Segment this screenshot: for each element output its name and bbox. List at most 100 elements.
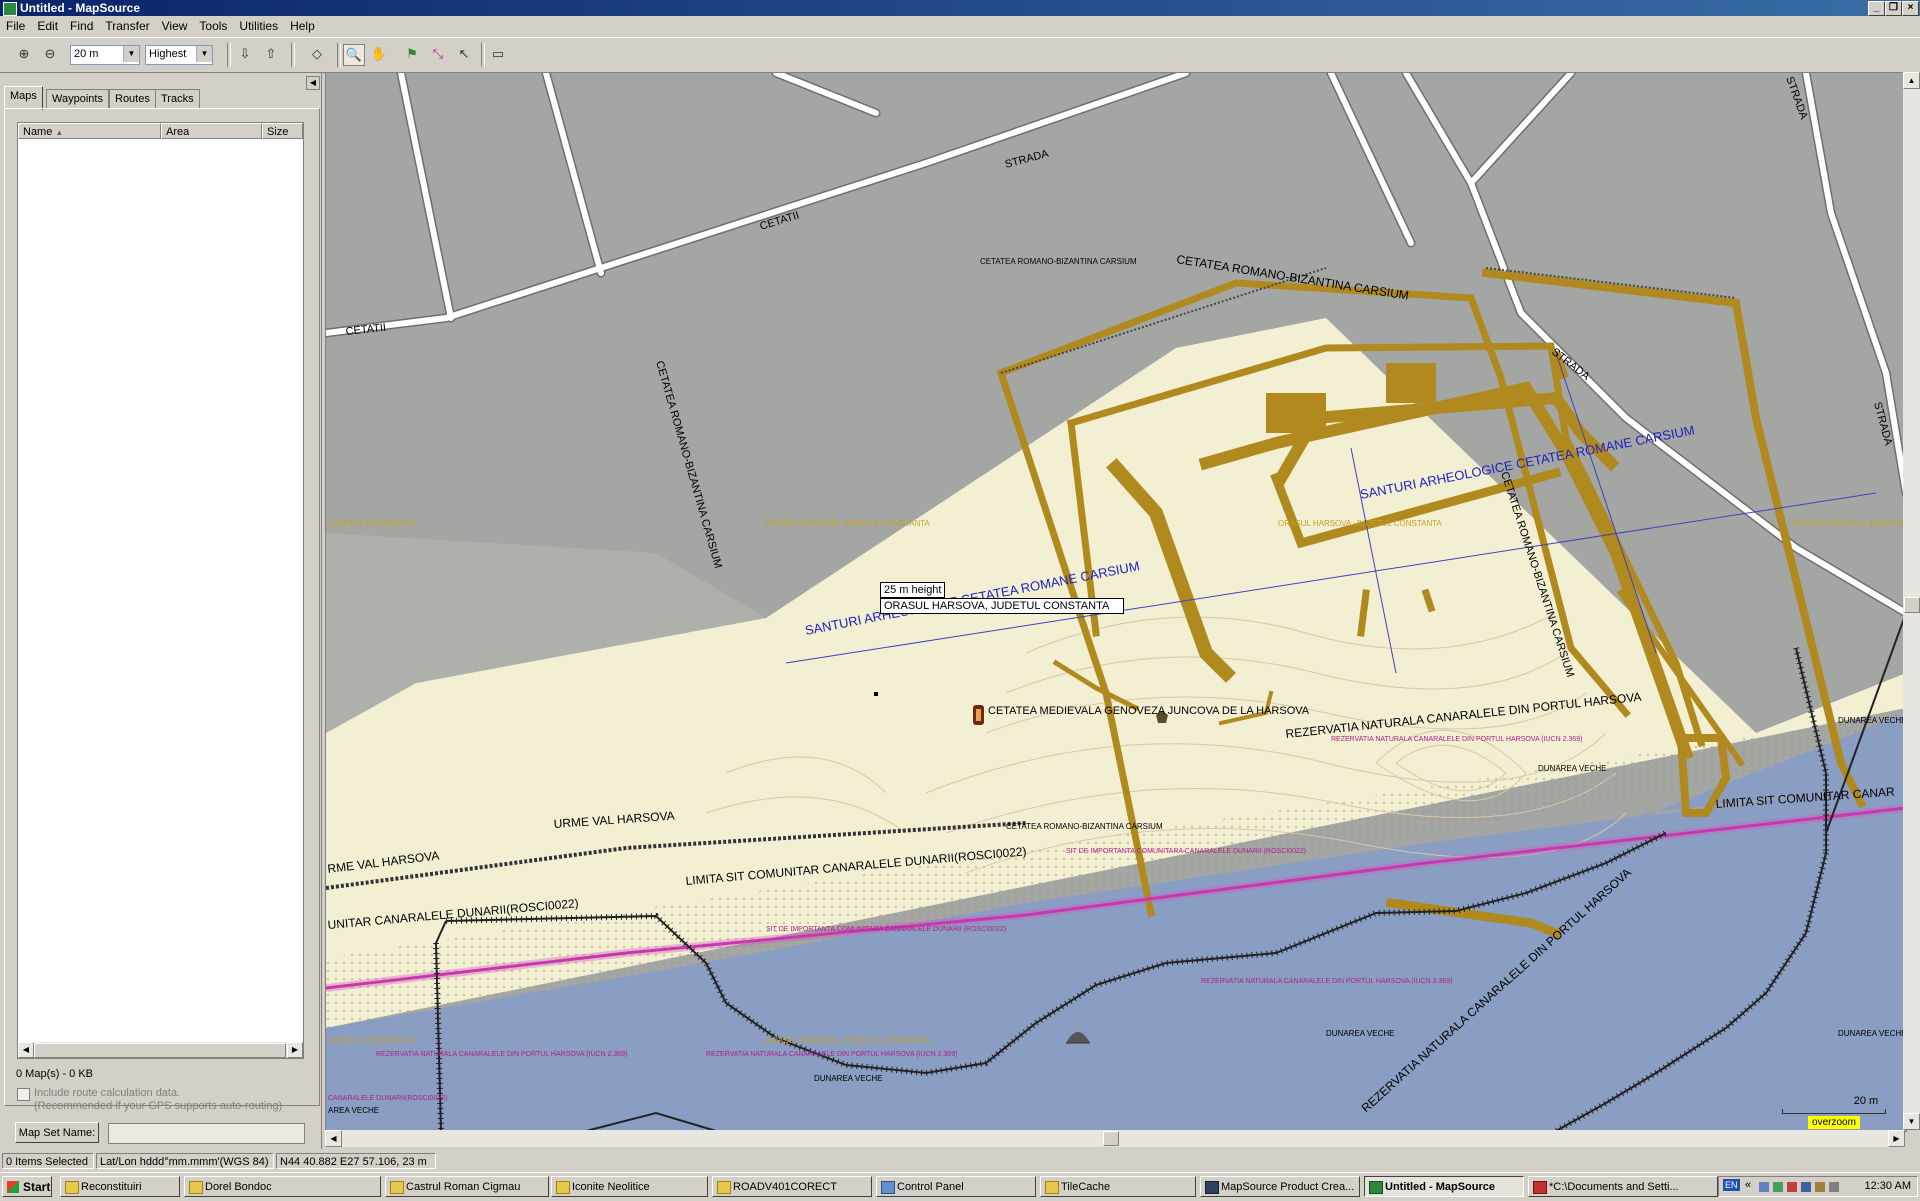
tab-maps[interactable]: Maps xyxy=(4,86,43,110)
window-title: Untitled - MapSource xyxy=(20,1,141,15)
menu-find[interactable]: Find xyxy=(64,16,99,33)
overzoom-badge: overzoom xyxy=(1808,1116,1860,1129)
scroll-left-icon[interactable]: ◀ xyxy=(325,1130,342,1147)
collapse-panel-icon[interactable]: ◀ xyxy=(306,76,320,90)
task-castrul-roman[interactable]: Castrul Roman Cigmau xyxy=(385,1176,549,1197)
app-icon xyxy=(1533,1181,1547,1194)
cursor-point xyxy=(874,692,878,696)
menu-file[interactable]: File xyxy=(0,16,31,33)
map-view[interactable]: STRADA CETATII CETATII STRADA STRADA STR… xyxy=(325,72,1907,1132)
maps-list[interactable]: Name ▲ Area Size ◀ ▶ xyxy=(17,122,304,1059)
menu-bar: File Edit Find Transfer View Tools Utilities He… xyxy=(0,16,1920,36)
tray-network-icon[interactable] xyxy=(1759,1182,1769,1192)
selection-tool-icon[interactable]: ↖ xyxy=(454,44,474,64)
fortress-tower xyxy=(1266,393,1326,433)
tray-security-icon[interactable] xyxy=(1773,1182,1783,1192)
app-icon xyxy=(3,2,17,16)
task-untitled-mapsource[interactable]: Untitled - MapSource xyxy=(1364,1176,1524,1197)
tab-routes[interactable]: Routes xyxy=(109,89,156,109)
route-calc-checkbox[interactable] xyxy=(17,1088,30,1101)
map-horizontal-scrollbar[interactable]: ◀ ▶ xyxy=(325,1130,1905,1147)
title-bar: Untitled - MapSource _ ❐ × xyxy=(0,0,1920,16)
name-tooltip: ORASUL HARSOVA, JUDETUL CONSTANTA xyxy=(880,598,1124,614)
menu-edit[interactable]: Edit xyxy=(31,16,64,33)
status-coord-format: Lat/Lon hddd°mm.mmm'(WGS 84) xyxy=(96,1153,274,1169)
toolbar: ⊕ ⊖ 20 m ▼ Highest ▼ ⇩ ⇧ ◇ 🔍 ✋ ⚑ ⤡ ↖ ▭ xyxy=(0,37,1920,73)
task-control-panel[interactable]: Control Panel xyxy=(876,1176,1036,1197)
tray-wifi-icon[interactable] xyxy=(1801,1182,1811,1192)
task-tilecache[interactable]: TileCache xyxy=(1040,1176,1196,1197)
map-set-name-button[interactable]: Map Set Name: xyxy=(15,1122,99,1143)
task-iconite-neolitice[interactable]: Iconite Neolitice xyxy=(551,1176,708,1197)
scroll-right-icon[interactable]: ▶ xyxy=(287,1042,303,1058)
scroll-up-icon[interactable]: ▲ xyxy=(1903,72,1920,89)
tray-expand-icon[interactable]: « xyxy=(1745,1179,1751,1191)
poi-label: CETATEA MEDIEVALA GENOVEZA JUNCOVA DE LA… xyxy=(988,705,1310,717)
mapsource-icon xyxy=(1369,1181,1383,1194)
dunarea-label-3: DUNAREA VECHE xyxy=(1326,1029,1394,1038)
column-area[interactable]: Area xyxy=(161,123,262,139)
folder-icon xyxy=(189,1181,203,1194)
chevron-down-icon: ▼ xyxy=(196,46,212,62)
tray-app-icon[interactable] xyxy=(1787,1182,1797,1192)
menu-utilities[interactable]: Utilities xyxy=(233,16,284,33)
task-documents[interactable]: *C:\Documents and Setti... xyxy=(1528,1176,1718,1197)
menu-transfer[interactable]: Transfer xyxy=(99,16,155,33)
zoom-in-icon[interactable]: ⊕ xyxy=(14,44,34,64)
tab-waypoints[interactable]: Waypoints xyxy=(46,89,109,109)
town-label: ORASUL HARSOVA, JUDETUL CONSTANTA xyxy=(766,519,931,528)
judet-label-south: JUDETUL CONSTANTA xyxy=(328,1036,415,1045)
fortress-tower xyxy=(1386,363,1436,403)
task-dorel-bondoc[interactable]: Dorel Bondoc xyxy=(184,1176,381,1197)
sit-label-2: SIT DE IMPORTANTA COMUNITARA CANARALELE … xyxy=(766,926,1006,933)
maximize-button[interactable]: ❐ xyxy=(1885,1,1902,16)
menu-tools[interactable]: Tools xyxy=(193,16,233,33)
distance-tool-icon[interactable]: ▭ xyxy=(488,44,508,64)
tab-tracks[interactable]: Tracks xyxy=(155,89,200,109)
detail-select[interactable]: Highest ▼ xyxy=(145,45,213,65)
folder-icon xyxy=(717,1181,731,1194)
castle-poi-icon[interactable] xyxy=(973,705,984,725)
status-items-selected: 0 Items Selected xyxy=(2,1153,94,1169)
task-reconstituiri[interactable]: Reconstituiri xyxy=(60,1176,180,1197)
zoom-out-icon[interactable]: ⊖ xyxy=(40,44,60,64)
status-bar: 0 Items Selected Lat/Lon hddd°mm.mmm'(WG… xyxy=(0,1151,1920,1171)
map-set-name-input[interactable] xyxy=(108,1123,305,1144)
toolbar-separator xyxy=(481,43,485,67)
send-to-device-icon[interactable]: ⇧ xyxy=(261,44,281,64)
map-vertical-scrollbar[interactable]: ▲ ▼ xyxy=(1903,72,1920,1130)
scroll-left-icon[interactable]: ◀ xyxy=(18,1042,34,1058)
dunarea-label: DUNAREA VECHE xyxy=(1838,716,1906,725)
clock[interactable]: 12:30 AM xyxy=(1865,1180,1911,1192)
task-mapsource-product[interactable]: MapSource Product Crea... xyxy=(1200,1176,1360,1197)
receive-from-device-icon[interactable]: ⇩ xyxy=(235,44,255,64)
tray-misc-icon[interactable] xyxy=(1829,1182,1839,1192)
menu-view[interactable]: View xyxy=(156,16,194,33)
close-button[interactable]: × xyxy=(1902,1,1919,16)
route-calc-label: Include route calculation data. xyxy=(34,1087,181,1099)
column-size[interactable]: Size xyxy=(262,123,303,139)
judet-label: JUDETUL CONSTANTA xyxy=(328,519,415,528)
column-name[interactable]: Name ▲ xyxy=(18,123,161,139)
start-button[interactable]: Start xyxy=(2,1176,52,1197)
language-indicator[interactable]: EN xyxy=(1723,1179,1740,1191)
vertical-scroll-thumb[interactable] xyxy=(1904,597,1920,613)
horizontal-scroll-thumb[interactable] xyxy=(1103,1131,1119,1146)
menu-help[interactable]: Help xyxy=(284,16,321,33)
map-tool-icon[interactable]: ◇ xyxy=(307,44,327,64)
list-horizontal-scrollbar[interactable]: ◀ ▶ xyxy=(18,1042,303,1058)
town-label-3: ORASUL HARSOVA, JUDETUL CONSTANTA xyxy=(766,1036,931,1045)
minimize-button[interactable]: _ xyxy=(1868,1,1885,16)
scroll-right-icon[interactable]: ▶ xyxy=(1888,1130,1905,1147)
scroll-down-icon[interactable]: ▼ xyxy=(1903,1113,1920,1130)
scroll-thumb[interactable] xyxy=(34,1043,286,1058)
rezervatie-small-4: REZERVATIA NATURALA CANARALELE DIN PORTU… xyxy=(376,1051,627,1058)
tray-volume-icon[interactable] xyxy=(1815,1182,1825,1192)
waypoint-tool-icon[interactable]: ⚑ xyxy=(402,44,422,64)
zoom-tool-icon[interactable]: 🔍 xyxy=(343,44,365,66)
hand-tool-icon[interactable]: ✋ xyxy=(369,44,389,64)
route-tool-icon[interactable]: ⤡ xyxy=(428,44,448,64)
zoom-scale-select[interactable]: 20 m ▼ xyxy=(70,45,140,65)
task-roadv401[interactable]: ROADV401CORECT xyxy=(712,1176,872,1197)
taskbar: Start Reconstituiri Dorel Bondoc Castrul… xyxy=(0,1172,1920,1201)
